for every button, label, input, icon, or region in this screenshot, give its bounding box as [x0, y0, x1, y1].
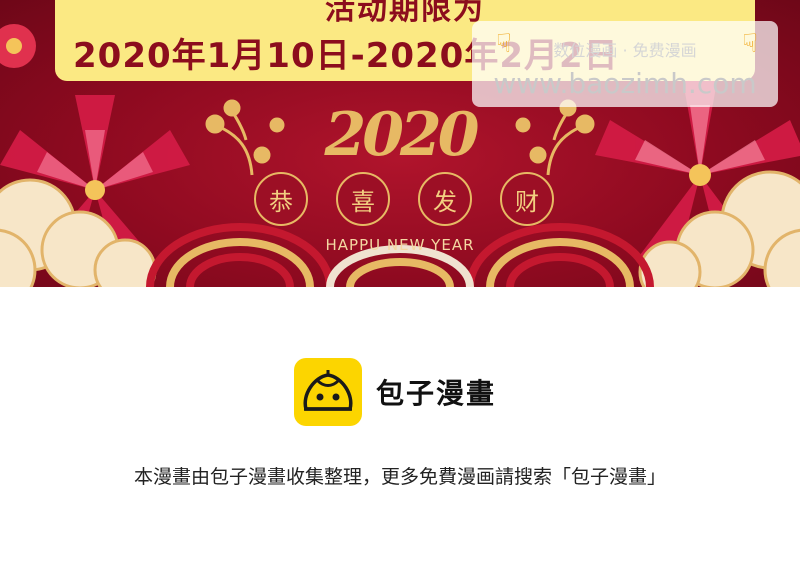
plum-branch-right: [515, 99, 595, 176]
watermark-url: www.baozimh.com: [493, 67, 757, 100]
watermark-caption: 数位漫画 · 免费漫画: [553, 41, 697, 60]
small-flower-ornament: [0, 24, 36, 68]
new-year-greeting: HAPPU NEW YEAR: [325, 236, 475, 254]
plum-branch-left: [205, 99, 285, 176]
blessing-char: 喜: [336, 172, 390, 226]
steamed-bun-face-icon: [294, 358, 362, 426]
brand-header: 包子漫畫: [294, 358, 496, 426]
blessing-characters: 恭 喜 发 财: [254, 172, 554, 226]
watermark-overlay: ☟ ☟ 数位漫画 · 免费漫画 www.baozimh.com: [472, 21, 778, 107]
year-art: 2020: [324, 100, 480, 170]
blessing-char: 发: [418, 172, 472, 226]
blessing-char: 财: [500, 172, 554, 226]
blessing-char: 恭: [254, 172, 308, 226]
brand-name: 包子漫畫: [376, 377, 497, 410]
new-year-banner: 活动期限为 2020年1月10日-2020年2月2日 2020 恭 喜 发 财 …: [0, 0, 800, 287]
source-notice: 本漫畫由包子漫畫收集整理，更多免費漫画請搜索「包子漫畫」: [133, 466, 666, 488]
